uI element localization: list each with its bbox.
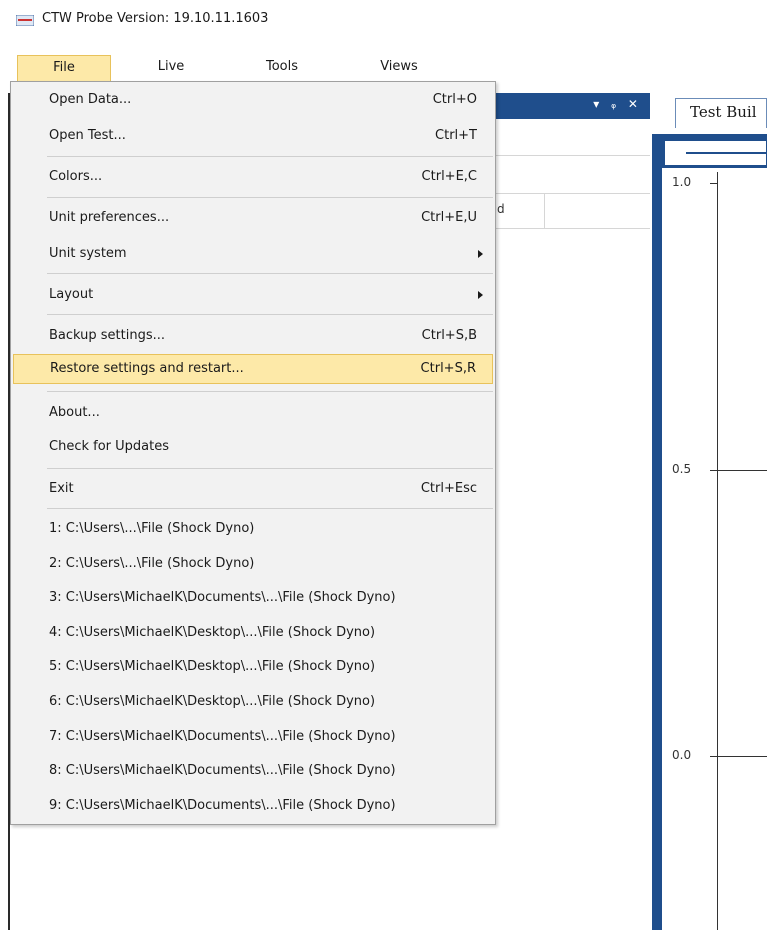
menu-item-shortcut: Ctrl+T — [435, 128, 477, 143]
menu-item-label: About... — [49, 405, 100, 420]
menu-item-exit[interactable]: Exit Ctrl+Esc — [13, 475, 493, 505]
title-bar: CTW Probe Version: 19.10.11.1603 — [0, 0, 767, 44]
recent-file-item[interactable]: 7: C:\Users\MichaelK\Documents\...\File … — [13, 723, 493, 753]
menu-item-restore-settings-and-restart[interactable]: Restore settings and restart... Ctrl+S,R — [13, 354, 493, 384]
recent-file-label: 2: C:\Users\...\File (Shock Dyno) — [49, 555, 255, 571]
menu-item-shortcut: Ctrl+E,C — [421, 169, 477, 184]
app-logo-icon — [16, 15, 34, 26]
chart-area[interactable] — [662, 168, 767, 930]
grid-column-divider — [544, 193, 545, 228]
menu-live[interactable]: Live — [146, 55, 196, 81]
menu-separator — [47, 508, 493, 509]
recent-file-item[interactable]: 1: C:\Users\...\File (Shock Dyno) — [13, 515, 493, 545]
menu-item-shortcut: Ctrl+E,U — [421, 210, 477, 225]
recent-file-item[interactable]: 5: C:\Users\MichaelK\Desktop\...\File (S… — [13, 653, 493, 683]
menu-views[interactable]: Views — [370, 55, 428, 81]
recent-file-label: 6: C:\Users\MichaelK\Desktop\...\File (S… — [49, 694, 376, 709]
recent-file-item[interactable]: 8: C:\Users\MichaelK\Documents\...\File … — [13, 757, 493, 787]
menu-separator — [47, 391, 493, 392]
recent-file-item[interactable]: 3: C:\Users\MichaelK\Documents\...\File … — [13, 584, 493, 614]
recent-file-label: 5: C:\Users\MichaelK\Desktop\...\File (S… — [49, 659, 376, 675]
y-tick-label: 0.0 — [672, 748, 692, 762]
menu-item-open-data[interactable]: Open Data... Ctrl+O — [13, 86, 493, 116]
menu-item-shortcut: Ctrl+O — [432, 92, 477, 107]
chart-gridline — [717, 756, 767, 757]
menu-item-shortcut: Ctrl+Esc — [420, 481, 477, 496]
menu-tools[interactable]: Tools — [254, 55, 310, 81]
menu-item-label: Exit — [49, 481, 74, 496]
recent-file-item[interactable]: 2: C:\Users\...\File (Shock Dyno) — [13, 550, 493, 580]
chart-gridline — [717, 470, 767, 471]
menu-item-open-test[interactable]: Open Test... Ctrl+T — [13, 122, 493, 152]
menu-item-shortcut: Ctrl+S,B — [421, 328, 477, 343]
chart-header-line — [686, 152, 767, 154]
menu-item-label: Open Data... — [49, 92, 132, 107]
menu-separator — [47, 273, 493, 274]
grid-header-fragment: d — [497, 202, 505, 216]
menu-item-label: Backup settings... — [49, 328, 166, 343]
y-tick-label: 0.5 — [672, 461, 692, 476]
menu-item-shortcut: Ctrl+S,R — [420, 361, 476, 376]
recent-file-label: 9: C:\Users\MichaelK\Documents\...\File … — [49, 797, 396, 813]
menu-item-label: Restore settings and restart... — [50, 361, 244, 376]
menu-separator — [47, 197, 493, 198]
recent-file-label: 8: C:\Users\MichaelK\Documents\...\File … — [49, 763, 396, 779]
y-tick-mark — [710, 470, 717, 471]
window-title: CTW Probe Version: 19.10.11.1603 — [42, 11, 269, 26]
menu-item-label: Open Test... — [49, 128, 126, 143]
recent-file-item[interactable]: 4: C:\Users\MichaelK\Desktop\...\File (S… — [13, 619, 493, 649]
y-tick-mark — [710, 756, 717, 757]
menu-item-label: Layout — [49, 287, 94, 302]
y-tick-mark — [710, 183, 717, 184]
recent-file-item[interactable]: 9: C:\Users\MichaelK\Documents\...\File … — [13, 792, 493, 822]
tab-test-builder-label: Test Buil — [690, 103, 757, 121]
menu-item-unit-preferences[interactable]: Unit preferences... Ctrl+E,U — [13, 204, 493, 234]
recent-file-item[interactable]: 6: C:\Users\MichaelK\Desktop\...\File (S… — [13, 688, 493, 718]
submenu-arrow-icon — [478, 250, 483, 258]
menu-item-colors[interactable]: Colors... Ctrl+E,C — [13, 163, 493, 193]
recent-file-label: 3: C:\Users\MichaelK\Documents\...\File … — [49, 590, 396, 606]
file-menu-dropdown: Open Data... Ctrl+O Open Test... Ctrl+T Colo… — [10, 81, 496, 825]
menu-item-check-for-updates[interactable]: Check for Updates — [13, 433, 493, 463]
menu-item-label: Colors... — [49, 169, 103, 184]
menu-file[interactable]: File — [17, 55, 111, 81]
menu-separator — [47, 156, 493, 157]
menu-item-layout[interactable]: Layout — [13, 281, 493, 311]
menu-bar: File Live Tools Views — [0, 50, 767, 81]
y-tick-label: 1.0 — [672, 175, 692, 189]
menu-item-about[interactable]: About... — [13, 399, 493, 429]
menu-item-label: Unit preferences... — [49, 210, 170, 225]
menu-item-unit-system[interactable]: Unit system — [13, 240, 493, 270]
panel-window-controls[interactable]: ▾ ᵩ ✕ — [593, 97, 642, 111]
recent-file-label: 1: C:\Users\...\File (Shock Dyno) — [49, 521, 255, 536]
menu-item-backup-settings[interactable]: Backup settings... Ctrl+S,B — [13, 322, 493, 352]
menu-item-label: Check for Updates — [49, 439, 169, 454]
submenu-arrow-icon — [478, 291, 483, 299]
chart-y-axis — [717, 172, 718, 930]
menu-item-label: Unit system — [49, 246, 127, 261]
recent-file-label: 4: C:\Users\MichaelK\Desktop\...\File (S… — [49, 624, 376, 640]
menu-separator — [47, 468, 493, 469]
menu-separator — [47, 314, 493, 315]
recent-file-label: 7: C:\Users\MichaelK\Documents\...\File … — [49, 728, 396, 744]
